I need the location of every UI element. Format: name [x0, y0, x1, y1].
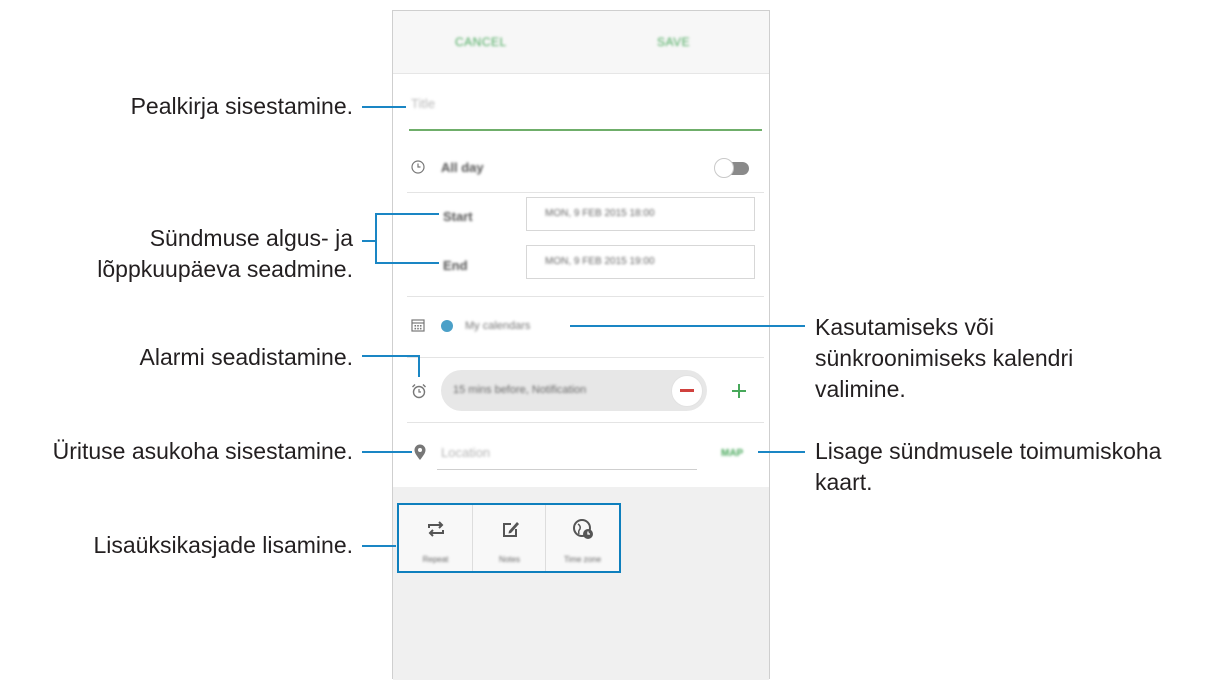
leader-line	[375, 213, 439, 215]
divider	[407, 296, 764, 297]
start-label: Start	[443, 209, 473, 224]
annotation-map-line2: kaart.	[815, 469, 873, 495]
annotation-location: Ürituse asukoha sisestamine.	[52, 438, 353, 464]
title-underline	[409, 129, 762, 131]
repeat-label: Repeat	[422, 555, 449, 564]
clock-icon	[411, 160, 425, 174]
remove-alarm-button[interactable]	[671, 375, 703, 407]
alarm-chip[interactable]: 15 mins before, Notification	[441, 370, 707, 411]
repeat-icon	[428, 521, 444, 537]
annotation-details: Lisaüksikasjade lisamine.	[93, 532, 353, 558]
leader-line	[362, 106, 406, 108]
location-input[interactable]: Location	[441, 445, 490, 460]
calendar-icon	[411, 319, 425, 332]
start-date-field[interactable]: MON, 9 FEB 2015 18:00	[526, 197, 755, 231]
end-label: End	[443, 258, 468, 273]
annotation-dates-line2: lõppkuupäeva seadmine.	[97, 256, 353, 282]
save-button[interactable]: SAVE	[657, 35, 690, 49]
leader-line	[418, 355, 420, 377]
leader-line	[758, 451, 805, 453]
start-date-value: MON, 9 FEB 2015 18:00	[545, 208, 655, 219]
time-zone-button[interactable]: Time zone	[545, 505, 619, 571]
alarm-text: 15 mins before, Notification	[453, 384, 587, 396]
divider	[407, 422, 764, 423]
top-bar: CANCEL SAVE	[393, 11, 769, 74]
phone-screen: CANCEL SAVE Title All day Start MON, 9 F…	[392, 10, 770, 680]
cancel-button[interactable]: CANCEL	[455, 35, 507, 49]
divider	[407, 192, 764, 193]
leader-line	[362, 240, 376, 242]
time-zone-icon	[573, 519, 593, 539]
notes-button[interactable]: Notes	[472, 505, 546, 571]
annotation-dates-line1: Sündmuse algus- ja	[149, 225, 353, 251]
toggle-knob[interactable]	[714, 158, 734, 178]
annotation-alarm: Alarmi seadistamine.	[139, 344, 353, 370]
calendar-selector[interactable]: My calendars	[465, 320, 530, 332]
leader-line	[570, 325, 805, 327]
all-day-label: All day	[441, 160, 484, 175]
annotation-title: Pealkirja sisestamine.	[130, 93, 353, 119]
notes-icon	[503, 522, 519, 537]
leader-line	[375, 213, 377, 263]
detail-actions: Repeat Notes Time zone	[397, 503, 621, 573]
annotation-calendar-line1: Kasutamiseks või	[815, 314, 994, 340]
location-pin-icon	[414, 444, 426, 460]
divider	[407, 357, 764, 358]
location-underline	[437, 469, 697, 470]
minus-icon	[680, 389, 694, 392]
annotation-calendar-line3: valimine.	[815, 376, 906, 402]
leader-line	[362, 355, 420, 357]
add-alarm-button[interactable]	[729, 375, 751, 407]
repeat-button[interactable]: Repeat	[399, 505, 472, 571]
annotation-calendar-line2: sünkroonimiseks kalendri	[815, 345, 1074, 371]
notes-label: Notes	[499, 555, 520, 564]
map-button[interactable]: MAP	[721, 448, 743, 459]
leader-line	[362, 545, 396, 547]
time-zone-label: Time zone	[563, 555, 602, 564]
alarm-clock-icon	[412, 384, 426, 399]
end-date-value: MON, 9 FEB 2015 19:00	[545, 256, 655, 267]
leader-line	[375, 262, 439, 264]
end-date-field[interactable]: MON, 9 FEB 2015 19:00	[526, 245, 755, 279]
annotation-map-line1: Lisage sündmusele toimumiskoha	[815, 438, 1162, 464]
title-input[interactable]: Title	[411, 96, 435, 111]
calendar-color-dot[interactable]	[441, 320, 453, 332]
leader-line	[362, 451, 412, 453]
